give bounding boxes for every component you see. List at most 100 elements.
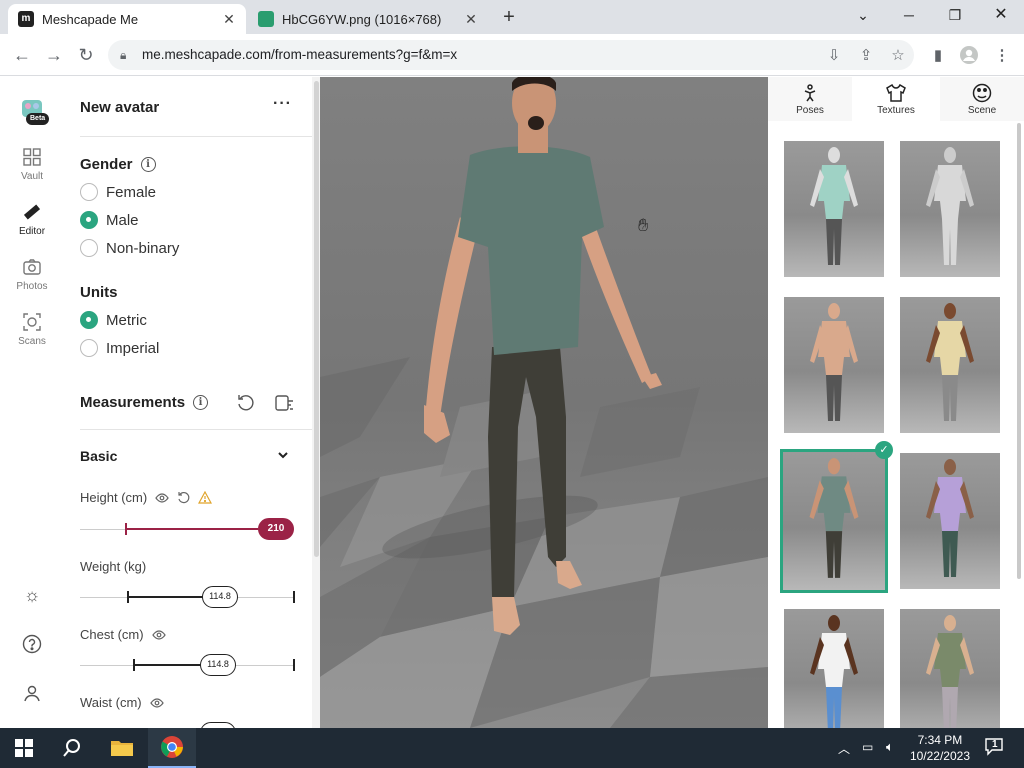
reset-measurements-icon[interactable] <box>236 393 256 413</box>
texture-thumbnail[interactable] <box>784 609 884 745</box>
close-window-button[interactable]: ✕ <box>978 0 1024 30</box>
info-icon[interactable]: i <box>193 395 209 410</box>
chrome-taskbar-icon[interactable] <box>148 728 196 768</box>
close-tab-icon[interactable]: ✕ <box>220 10 238 28</box>
file-explorer-icon[interactable] <box>98 728 146 768</box>
rail-item-editor[interactable]: Editor <box>0 202 64 237</box>
eye-icon[interactable] <box>149 697 164 708</box>
share-icon[interactable]: ⇪ <box>854 43 878 67</box>
clock-time: 7:34 PM <box>917 733 963 747</box>
rail-item-photos[interactable]: Photos <box>0 257 64 292</box>
texture-figure <box>809 458 859 578</box>
avatar-config-panel: New avatar ··· Gender i Female Male Non-… <box>64 77 312 728</box>
panel-scrollbar[interactable] <box>312 77 320 728</box>
install-icon[interactable]: ⇩ <box>822 43 846 67</box>
sidepanel-icon[interactable]: ▮ <box>926 43 950 67</box>
beta-badge: Beta <box>26 113 50 125</box>
tab-textures[interactable]: Textures <box>854 77 938 121</box>
chevron-down-icon[interactable] <box>276 448 290 462</box>
back-button[interactable]: ← <box>10 43 34 67</box>
reload-button[interactable]: ↻ <box>74 43 98 67</box>
browser-menu-icon[interactable]: ⋮ <box>990 43 1014 67</box>
gender-heading: Gender i <box>80 156 156 173</box>
grid-icon <box>22 147 42 167</box>
tab-meshcapade[interactable]: m Meshcapade Me ✕ <box>8 4 246 34</box>
new-tab-button[interactable]: + <box>498 6 520 28</box>
restore-button[interactable]: ❐ <box>932 0 978 30</box>
waist-label: Waist (cm) <box>80 695 164 710</box>
tab-label: Scene <box>967 105 997 116</box>
tray-chevron-icon[interactable]: ︿ <box>838 740 850 757</box>
help-icon[interactable] <box>22 634 42 654</box>
tape-measure-icon[interactable] <box>274 393 294 413</box>
tab-label: Textures <box>877 105 915 116</box>
radio-label: Male <box>106 211 139 229</box>
texture-thumbnail[interactable] <box>900 297 1000 433</box>
measure-label: Waist (cm) <box>80 695 142 710</box>
radio-male[interactable]: Male <box>80 211 139 229</box>
rail-item-scans[interactable]: Scans <box>0 312 64 347</box>
eye-icon[interactable] <box>155 492 169 503</box>
chest-value-handle[interactable]: 114.8 <box>200 654 236 676</box>
radio-non-binary[interactable]: Non-binary <box>80 239 179 257</box>
texture-thumbnail[interactable] <box>900 453 1000 589</box>
weight-value-handle[interactable]: 114.8 <box>202 586 238 608</box>
radio-label: Imperial <box>106 339 160 357</box>
close-tab-icon[interactable]: ✕ <box>462 10 480 28</box>
basic-heading-text: Basic <box>80 448 118 464</box>
search-icon[interactable] <box>48 728 96 768</box>
tab-title: HbCG6YW.png (1016×768) <box>282 11 442 27</box>
reset-icon[interactable] <box>177 491 190 504</box>
radio-imperial[interactable]: Imperial <box>80 339 159 357</box>
forward-button[interactable]: → <box>42 43 66 67</box>
network-icon[interactable]: ▭ <box>862 740 873 754</box>
weight-label: Weight (kg) <box>80 559 146 574</box>
info-icon[interactable]: i <box>140 157 156 172</box>
clock-date: 10/22/2023 <box>909 749 970 763</box>
texture-thumbnail[interactable] <box>784 141 884 277</box>
volume-muted-icon[interactable]: 🔈︎ <box>886 739 894 755</box>
texture-scrollbar[interactable] <box>1016 121 1022 651</box>
radio-female[interactable]: Female <box>80 183 156 201</box>
theme-sun-icon[interactable]: ☼ <box>22 585 42 605</box>
chest-slider-fill <box>134 664 202 666</box>
height-value-handle[interactable]: 210 <box>258 518 294 540</box>
divider <box>80 136 312 137</box>
scrollbar-thumb[interactable] <box>1017 123 1021 579</box>
tab-scene[interactable]: Scene <box>940 77 1024 121</box>
radio-metric[interactable]: Metric <box>80 311 147 329</box>
windows-start-button[interactable] <box>0 728 48 768</box>
address-bar[interactable]: 🔒︎ me.meshcapade.com/from-measurements?g… <box>108 40 914 70</box>
texture-thumbnail[interactable] <box>900 141 1000 277</box>
bookmark-star-icon[interactable]: ☆ <box>886 43 910 67</box>
meshcapade-favicon: m <box>18 11 34 27</box>
system-clock[interactable]: 7:34 PM 10/22/2023 <box>910 732 970 764</box>
notification-icon[interactable]: 1 <box>984 736 1006 758</box>
warning-icon <box>198 491 213 504</box>
scan-icon <box>22 312 42 332</box>
profile-icon[interactable] <box>957 43 981 67</box>
radio-label: Female <box>106 183 157 201</box>
avatar-3d-viewport[interactable]: ✋︎ <box>320 77 768 728</box>
texture-thumbnail[interactable] <box>900 609 1000 745</box>
rail-label: Photos <box>16 281 48 292</box>
tab-search-icon[interactable]: ⌄ <box>840 0 886 30</box>
tab-poses[interactable]: Poses <box>768 77 852 121</box>
eye-icon[interactable] <box>151 629 166 640</box>
texture-figure <box>926 303 974 421</box>
scrollbar-thumb[interactable] <box>314 81 319 557</box>
browser-tab-bar: m Meshcapade Me ✕ HbCG6YW.png (1016×768)… <box>0 0 1024 34</box>
palette-icon <box>940 83 1024 103</box>
basic-heading[interactable]: Basic <box>80 448 117 464</box>
account-icon[interactable] <box>22 683 42 703</box>
more-options-button[interactable]: ··· <box>273 95 292 113</box>
minimize-button[interactable]: ─ <box>886 0 932 30</box>
rail-item-vault[interactable]: Vault <box>0 147 64 182</box>
radio-label: Non-binary <box>106 239 180 257</box>
texture-thumbnail[interactable] <box>780 449 888 593</box>
rail-label: Vault <box>20 171 44 182</box>
tab-image[interactable]: HbCG6YW.png (1016×768) ✕ <box>248 4 488 34</box>
radio-circle <box>80 183 98 201</box>
divider <box>80 429 312 430</box>
texture-thumbnail[interactable] <box>784 297 884 433</box>
